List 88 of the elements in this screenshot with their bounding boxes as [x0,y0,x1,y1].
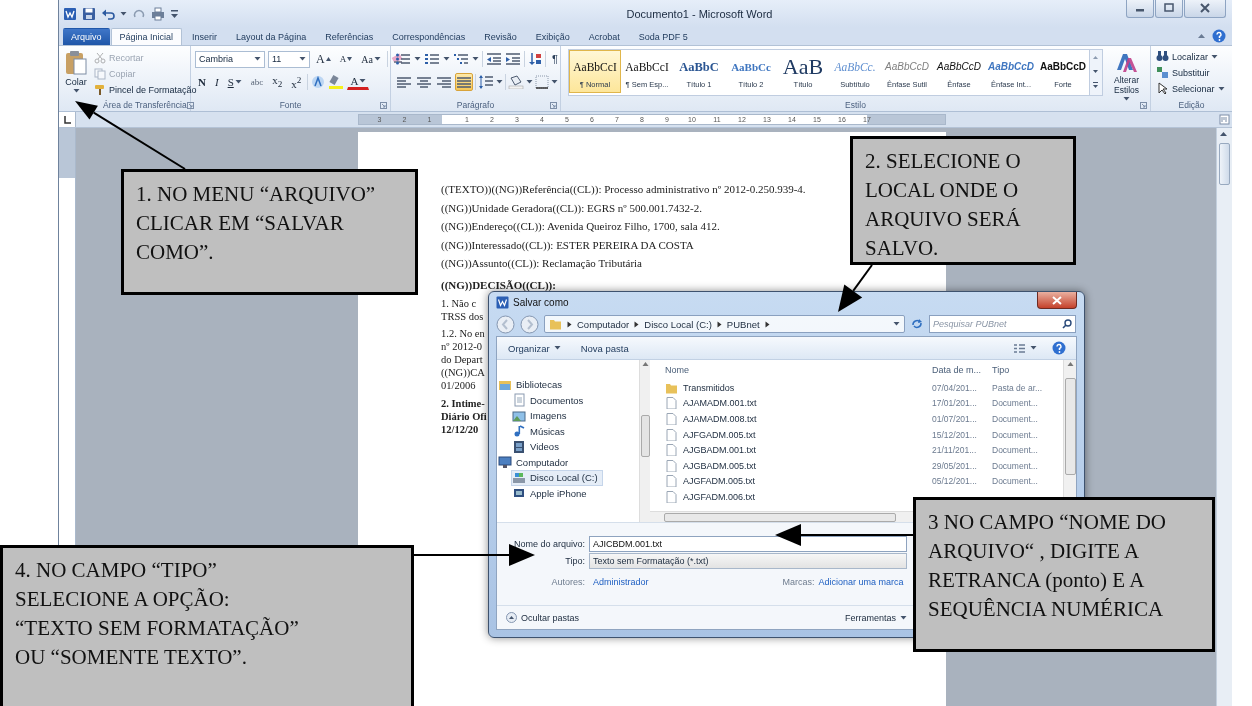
group-label: Fonte [279,100,302,110]
document-text: ((NG))CA [441,365,485,379]
ribbon-tab[interactable]: Correspondências [383,28,475,45]
author-link[interactable]: Administrador [593,576,649,587]
font-name-field[interactable]: Cambria [195,50,265,68]
document-text: ((NG))Assunto((CL)): Reclamação Tributária [441,256,642,271]
document-text: 01/2006 [441,378,476,392]
nav-item[interactable]: Videos [511,439,564,455]
file-row[interactable]: AJFGADM.005.txt 15/12/201... Document... [650,426,1063,443]
toolbar-button[interactable]: Nova pasta [579,341,630,355]
dialog-title: Salvar como [513,296,569,308]
ribbon-tab[interactable]: Inserir [183,28,227,45]
bold-button[interactable]: N [195,73,209,91]
font-size-field[interactable]: 11 [268,50,310,68]
column-header[interactable]: Nome [650,365,932,375]
file-type-dropdown[interactable]: Texto sem Formatação (*.txt) [589,552,907,569]
document-text: ((NG))Interessado((CL)): ESTER PEREIRA DA COSTA [441,237,694,253]
add-tag-link[interactable]: Adicionar uma marca [818,576,904,587]
document-text: 2. Intime- [441,396,485,410]
document-text: ((NG))DECISÃO((CL)): [441,278,556,291]
nav-item[interactable]: Bibliotecas [497,377,567,393]
nav-item[interactable]: Imagens [511,408,572,424]
file-row[interactable]: AJGFADM.005.txt 05/12/201... Document... [650,473,1063,490]
document-text: 1. Não c [441,296,477,310]
change-styles-button[interactable]: Alterar Estilos [1107,49,1146,99]
nav-item[interactable]: Apple iPhone [511,485,592,501]
document-text: ((TEXTO))((NG))Referência((CL)): Processo administrativo nº 2012-0.250.939-4. [441,182,806,197]
callout-text: 1. NO MENU “ARQUIVO” CLICAR EM “SALVAR COMO”. [136,181,376,266]
file-row[interactable]: AJGBADM.001.txt 21/11/201... Document... [650,442,1063,458]
tools-button[interactable]: Ferramentas [843,611,908,624]
select-button[interactable]: Selecionar [1155,81,1226,96]
file-row[interactable]: AJAMADM.008.txt 01/07/201... Document... [650,411,1063,427]
subscript-button[interactable]: x$_{2}$ [269,73,286,91]
file-tab[interactable]: Arquivo [63,28,110,45]
document-text: ((NG))Endereço((CL)): Avenida Queiroz Filho, 1700, sala 412. [441,219,720,234]
column-header[interactable]: Tipo [992,365,1063,375]
group-label: Edição [1178,100,1205,110]
file-name-field[interactable]: AJICBDM.001.txt [589,535,907,552]
document-text: nº 2012-0 [441,339,482,353]
ribbon-tab[interactable]: Revisão [475,28,526,45]
field-label: Nome do arquivo: [512,538,586,549]
show-marks-button[interactable]: ¶ [549,52,561,66]
nav-item[interactable]: Documentos [511,392,589,408]
field-label: Marcas: [782,576,815,587]
column-header[interactable]: Data de m... [932,365,992,375]
file-row[interactable]: AJGBADM.005.txt 29/05/201... Document... [650,457,1063,474]
toolbar-button[interactable]: Organizar [507,341,562,355]
italic-button[interactable]: I [211,73,222,91]
ribbon-tab[interactable]: Soda PDF 5 [629,28,697,45]
format-painter-button[interactable]: Pincel de Formatação [93,82,198,97]
document-text: Diário Ofi [441,409,487,423]
field-label: Tipo: [564,555,586,566]
callout-text: 2. SELECIONE O LOCAL ONDE O ARQUIVO SERÁ SALVO. [865,148,1021,262]
nav-item[interactable]: Computador [497,454,574,470]
file-row[interactable]: Transmitidos 07/04/201... Pasta de ar... [650,380,1063,396]
grow-font-button[interactable]: A [313,50,334,68]
ribbon-tab[interactable]: Página Inicial [110,28,183,45]
group-label: Estilo [845,100,866,110]
search-field[interactable]: Pesquisar PUBnet [929,315,1076,333]
underline-button[interactable]: S [224,73,245,91]
find-button[interactable]: Localizar [1155,49,1226,64]
hide-folders-button[interactable]: Ocultar pastas [505,611,581,624]
strikethrough-button[interactable]: abc [247,73,267,91]
callout-text: 4. NO CAMPO “TIPO” SELECIONE A OPÇÃO: “TEXTO SEM FORMATAÇÃO” OU “SOMENTE TEXTO”. [15,557,299,671]
replace-button[interactable]: Substituir [1155,65,1226,80]
nav-item[interactable]: Disco Local (C:) [511,470,603,486]
ribbon-tab[interactable]: Referências [316,28,383,45]
window-title: Documento1 - Microsoft Word [626,7,773,20]
address-bar[interactable]: Computador Disco Local (C:) PUBnet [544,315,905,333]
document-text: do Depart [441,352,483,366]
file-row[interactable]: AJAMADM.001.txt 17/01/201... Document... [650,395,1063,412]
shrink-font-button[interactable]: A [336,50,356,68]
ribbon-tab[interactable]: Layout da Página [227,28,316,45]
document-text: 12/12/20 [441,422,479,436]
document-text: 1.2. No en [441,326,485,340]
paste-button[interactable]: Colar [63,49,89,99]
document-text: ((NG))Unidade Geradora((CL)): EGRS nº 500.001.7432-2. [441,200,702,216]
group-label: Parágrafo [456,100,495,110]
ribbon-tab[interactable]: Acrobat [579,28,629,45]
superscript-button[interactable]: x$^{2}$ [288,73,305,91]
ribbon-tab[interactable]: Exibição [526,28,579,45]
field-label: Autores: [550,576,586,587]
nav-item[interactable]: Músicas [511,423,570,439]
callout-text: 3 NO CAMPO “NOME DO ARQUIVO“ , DIGITE A RETRANCA (ponto) E A SEQUÊNCIA NUMÉRICA [928,509,1166,623]
document-text: TRSS dos [441,309,484,323]
group-label: Área de Transferência [103,100,187,110]
font-color-button[interactable]: A [347,74,370,90]
change-case-button[interactable]: Aa [358,50,384,68]
